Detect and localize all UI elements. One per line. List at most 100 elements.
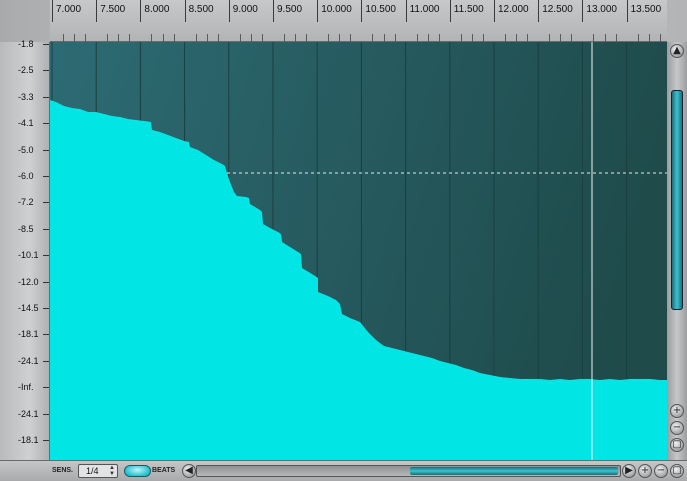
- waveform-canvas[interactable]: [50, 42, 667, 460]
- beats-toggle[interactable]: [124, 465, 151, 477]
- db-label: -3.3: [18, 91, 34, 102]
- ruler-minor-tick: [261, 34, 263, 42]
- ruler-tick: [538, 0, 540, 22]
- db-tick: [43, 440, 49, 441]
- db-label: -1.8: [18, 39, 34, 49]
- db-label: -2.5: [18, 65, 34, 76]
- ruler-minor-tick: [162, 34, 164, 42]
- ruler-minor-tick: [328, 34, 330, 42]
- horizontal-scrollbar[interactable]: [196, 465, 621, 477]
- ruler-minor-tick: [394, 34, 396, 42]
- ruler-label: 12.000: [498, 4, 529, 15]
- zoom-in-vertical-icon[interactable]: +: [670, 404, 684, 418]
- ruler-minor-tick: [571, 34, 573, 42]
- db-tick: [43, 202, 49, 204]
- ruler-minor-tick: [284, 34, 286, 42]
- ruler-minor-tick: [527, 34, 529, 42]
- waveform-view[interactable]: [50, 42, 667, 460]
- ruler-label: 12.500: [542, 4, 573, 15]
- db-tick: [43, 96, 49, 98]
- ruler-minor-tick: [63, 34, 65, 42]
- ruler-tick: [361, 0, 363, 22]
- db-tick: [43, 387, 49, 389]
- db-tick: [43, 149, 49, 151]
- db-label: -4.1: [18, 118, 34, 129]
- db-tick: [43, 176, 49, 177]
- ruler-tick: [96, 0, 98, 22]
- ruler-minor-tick: [239, 34, 241, 42]
- ruler-tick: [405, 0, 407, 22]
- ruler-minor-tick: [151, 34, 153, 42]
- ruler-minor-tick: [460, 34, 462, 42]
- ruler-minor-tick: [615, 34, 617, 42]
- ruler-tick: [140, 0, 142, 22]
- ruler-tick: [494, 0, 495, 22]
- scroll-left-icon[interactable]: ◀: [182, 464, 196, 478]
- ruler-minor-tick: [659, 34, 661, 42]
- ruler-label: 7.500: [100, 4, 126, 15]
- db-tick: [43, 123, 49, 125]
- db-tick: [43, 413, 49, 415]
- ruler-label: 9.500: [277, 4, 303, 15]
- ruler-minor-tick: [482, 34, 484, 42]
- db-label: -18.1: [18, 329, 39, 340]
- ruler-minor-tick: [505, 34, 507, 42]
- ruler-minor-tick: [637, 34, 639, 42]
- db-label: -24.1: [18, 355, 39, 366]
- ruler-minor-tick: [593, 34, 595, 42]
- horizontal-scroll-thumb[interactable]: [410, 467, 618, 475]
- ruler-minor-tick: [85, 34, 87, 42]
- ruler-tick: [184, 0, 186, 22]
- db-tick: [43, 308, 49, 309]
- ruler-minor-tick: [471, 34, 473, 42]
- ruler-minor-tick: [516, 34, 518, 42]
- ruler-minor-tick: [195, 34, 197, 42]
- db-label: -12.0: [18, 276, 39, 287]
- ruler-label: 8.000: [144, 4, 170, 15]
- ruler-tick: [317, 0, 319, 22]
- spinner-arrows-icon[interactable]: ▲ ▼: [109, 465, 115, 477]
- db-label: -10.1: [18, 250, 39, 261]
- time-ruler[interactable]: 7.000 7.500 8.000 8.500 9.000 9.500 10.000 10.5…: [50, 0, 667, 42]
- ruler-minor-tick: [383, 34, 385, 42]
- ruler-minor-tick: [295, 34, 297, 42]
- ruler-tick: [582, 0, 584, 22]
- ruler-minor-tick: [648, 34, 650, 42]
- db-label: -8.5: [18, 223, 34, 234]
- ruler-tick: [52, 0, 53, 22]
- ruler-minor-tick: [129, 34, 131, 42]
- db-scale: -1.8 -2.5 -3.3 -4.1 -5.0 -6.0 -7.2 -8.5 -10.1 -12…: [0, 39, 50, 471]
- zoom-out-horizontal-icon[interactable]: −: [654, 464, 668, 478]
- ruler-tick: [273, 0, 274, 22]
- db-tick: [43, 228, 49, 230]
- db-label: -14.5: [18, 303, 39, 313]
- ruler-minor-tick: [372, 34, 374, 42]
- bottom-toolbar: SENS. 1/4 ▲ ▼ BEATS ◀ ▶ + − ▢: [0, 460, 687, 481]
- ruler-minor-tick: [350, 34, 352, 42]
- zoom-out-vertical-icon[interactable]: −: [670, 421, 684, 435]
- ruler-label: 8.500: [188, 4, 214, 15]
- ruler-label: 11.500: [453, 4, 484, 15]
- ruler-minor-tick: [604, 34, 606, 42]
- db-label: -5.0: [18, 144, 34, 155]
- vertical-scroll-thumb[interactable]: [671, 90, 683, 310]
- db-label: -18.1: [18, 435, 39, 445]
- ruler-label: 7.000: [56, 4, 82, 15]
- zoom-in-horizontal-icon[interactable]: +: [638, 464, 652, 478]
- db-tick: [43, 281, 49, 283]
- db-label: -6.0: [18, 171, 34, 181]
- ruler-label: 10.000: [321, 4, 352, 15]
- zoom-full-horizontal-icon[interactable]: ▢: [670, 464, 684, 478]
- scroll-right-icon[interactable]: ▶: [622, 464, 636, 478]
- db-tick: [43, 334, 49, 336]
- ruler-tick: [626, 0, 628, 22]
- sens-label: SENS.: [52, 467, 74, 474]
- db-tick: [43, 44, 49, 45]
- ruler-label: 9.000: [232, 4, 258, 15]
- zoom-full-vertical-icon[interactable]: ▢: [670, 438, 684, 452]
- vertical-scrollbar[interactable]: ▲ + − ▢: [667, 42, 687, 460]
- sens-spinbox[interactable]: 1/4 ▲ ▼: [78, 464, 118, 478]
- db-tick: [43, 255, 49, 257]
- db-label: -24.1: [18, 408, 39, 419]
- scroll-up-icon[interactable]: ▲: [670, 44, 684, 58]
